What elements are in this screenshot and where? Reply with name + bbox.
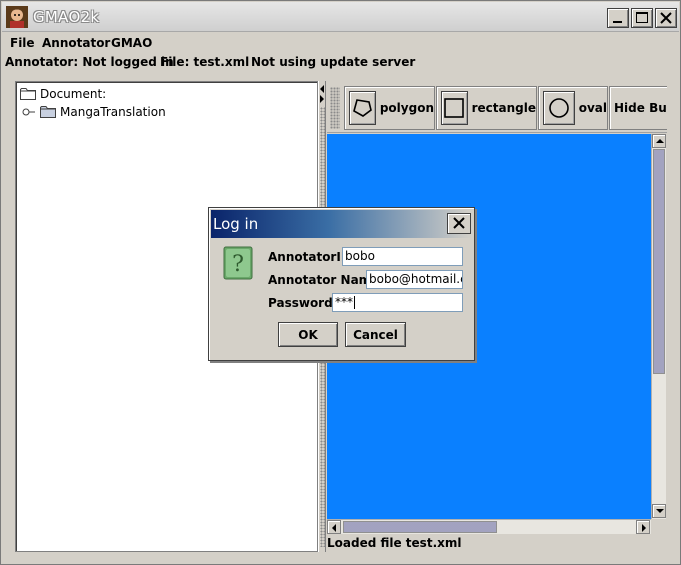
rectangle-icon xyxy=(444,98,465,118)
menu-gmao[interactable]: GMAO xyxy=(111,36,152,50)
title-bar[interactable]: GMAO2k xyxy=(2,2,679,32)
oval-icon-frame xyxy=(543,91,575,125)
close-icon xyxy=(453,217,465,229)
rectangle-label: rectangle xyxy=(471,101,536,115)
annotator-status: Annotator: Not logged in xyxy=(5,55,174,69)
menu-file[interactable]: File xyxy=(10,36,35,50)
ok-button[interactable]: OK xyxy=(278,322,338,347)
vertical-scroll-thumb[interactable] xyxy=(653,149,665,374)
password-mask: *** xyxy=(335,295,353,309)
oval-label: oval xyxy=(578,101,607,115)
minimize-button[interactable] xyxy=(607,8,629,28)
server-status: Not using update server xyxy=(251,55,416,69)
vertical-scrollbar[interactable] xyxy=(651,134,666,519)
dialog-close-button[interactable] xyxy=(447,213,471,234)
app-logo-icon xyxy=(6,6,28,28)
toolbar-grip[interactable] xyxy=(330,87,340,129)
horizontal-scroll-thumb[interactable] xyxy=(343,521,497,533)
annotator-id-field[interactable]: bobo xyxy=(342,247,463,266)
menu-annotator[interactable]: Annotator xyxy=(42,36,110,50)
hide-bubbles-label: Hide Bubbl xyxy=(614,101,667,115)
close-button[interactable] xyxy=(655,8,677,28)
arrow-up-icon xyxy=(656,139,664,143)
tree-root[interactable]: Document: xyxy=(20,85,106,102)
rectangle-tool-button[interactable]: rectangle xyxy=(436,86,537,130)
folder-icon xyxy=(20,88,36,100)
folder-icon xyxy=(40,106,56,118)
annotator-name-field[interactable]: bobo@hotmail.co xyxy=(366,270,463,289)
load-status: Loaded file test.xml xyxy=(327,536,462,550)
expand-handle-icon[interactable] xyxy=(22,107,36,117)
info-bar: Annotator: Not logged in File: test.xml … xyxy=(2,53,679,73)
tree-root-label: Document: xyxy=(40,86,107,101)
app-window: GMAO2k File Annotator GMAO Annotator: No… xyxy=(0,0,681,565)
text-cursor xyxy=(354,296,355,309)
collapse-left-icon[interactable] xyxy=(320,85,324,93)
login-dialog: Log in ? AnnotatorID: bobo Annotator Nam… xyxy=(208,207,475,361)
tree-item-mangatranslation[interactable]: MangaTranslation xyxy=(22,103,166,120)
hide-bubbles-button[interactable]: Hide Bubbl xyxy=(609,86,667,130)
horizontal-scrollbar[interactable] xyxy=(327,519,651,534)
oval-tool-button[interactable]: oval xyxy=(538,86,608,130)
arrow-left-icon xyxy=(332,524,336,532)
file-status: File: test.xml xyxy=(160,55,250,69)
rectangle-icon-frame xyxy=(441,91,468,125)
maximize-icon xyxy=(636,12,648,23)
maximize-button[interactable] xyxy=(631,8,653,28)
scroll-down-button[interactable] xyxy=(652,504,666,518)
scroll-up-button[interactable] xyxy=(652,134,666,148)
dialog-title-bar[interactable]: Log in xyxy=(211,210,472,238)
window-title: GMAO2k xyxy=(33,8,100,26)
close-icon xyxy=(660,12,672,24)
arrow-right-icon xyxy=(642,524,646,532)
shape-toolbar: polygon rectangle oval Hide Bubbl xyxy=(327,83,667,133)
oval-icon xyxy=(549,98,569,118)
dialog-title: Log in xyxy=(213,215,259,233)
password-field[interactable]: *** xyxy=(332,293,463,312)
menu-bar: File Annotator GMAO xyxy=(2,33,679,53)
polygon-icon-frame xyxy=(349,91,376,125)
minimize-icon xyxy=(613,21,622,23)
polygon-tool-button[interactable]: polygon xyxy=(344,86,435,130)
polygon-icon xyxy=(353,99,373,117)
scroll-left-button[interactable] xyxy=(327,520,341,534)
polygon-label: polygon xyxy=(379,101,434,115)
collapse-right-icon[interactable] xyxy=(320,95,324,103)
cancel-button[interactable]: Cancel xyxy=(345,322,406,347)
arrow-down-icon xyxy=(656,509,664,513)
password-label: Password: xyxy=(268,296,338,310)
scroll-right-button[interactable] xyxy=(636,520,650,534)
tree-item-label: MangaTranslation xyxy=(60,104,166,119)
svg-text:?: ? xyxy=(232,252,244,277)
question-icon: ? xyxy=(223,246,253,280)
